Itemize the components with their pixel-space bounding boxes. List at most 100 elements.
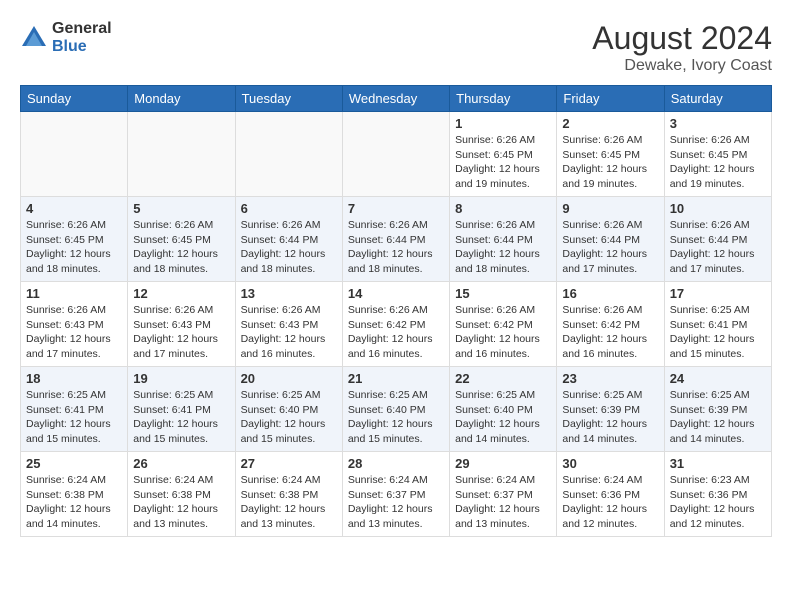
day-number: 29 <box>455 456 551 471</box>
calendar-cell: 5 Sunrise: 6:26 AM Sunset: 6:45 PM Daylig… <box>128 197 235 282</box>
day-number: 17 <box>670 286 766 301</box>
day-info: Sunrise: 6:25 AM Sunset: 6:40 PM Dayligh… <box>241 388 337 447</box>
calendar-cell: 14 Sunrise: 6:26 AM Sunset: 6:42 PM Dayli… <box>342 282 449 367</box>
calendar-cell: 3 Sunrise: 6:26 AM Sunset: 6:45 PM Daylig… <box>664 112 771 197</box>
week-row-3: 11 Sunrise: 6:26 AM Sunset: 6:43 PM Dayli… <box>21 282 772 367</box>
day-info: Sunrise: 6:25 AM Sunset: 6:39 PM Dayligh… <box>562 388 658 447</box>
calendar-cell: 29 Sunrise: 6:24 AM Sunset: 6:37 PM Dayli… <box>450 452 557 537</box>
day-info: Sunrise: 6:26 AM Sunset: 6:43 PM Dayligh… <box>133 303 229 362</box>
day-number: 7 <box>348 201 444 216</box>
logo: General Blue <box>20 20 112 55</box>
day-info: Sunrise: 6:24 AM Sunset: 6:37 PM Dayligh… <box>348 473 444 532</box>
day-info: Sunrise: 6:26 AM Sunset: 6:45 PM Dayligh… <box>133 218 229 277</box>
day-info: Sunrise: 6:26 AM Sunset: 6:44 PM Dayligh… <box>670 218 766 277</box>
calendar-cell: 16 Sunrise: 6:26 AM Sunset: 6:42 PM Dayli… <box>557 282 664 367</box>
calendar-cell: 4 Sunrise: 6:26 AM Sunset: 6:45 PM Daylig… <box>21 197 128 282</box>
day-number: 16 <box>562 286 658 301</box>
page-header: General Blue August 2024 Dewake, Ivory C… <box>20 20 772 75</box>
day-number: 18 <box>26 371 122 386</box>
day-info: Sunrise: 6:24 AM Sunset: 6:36 PM Dayligh… <box>562 473 658 532</box>
calendar-cell <box>342 112 449 197</box>
day-info: Sunrise: 6:24 AM Sunset: 6:38 PM Dayligh… <box>241 473 337 532</box>
calendar-cell <box>128 112 235 197</box>
day-number: 20 <box>241 371 337 386</box>
weekday-header-sunday: Sunday <box>21 86 128 112</box>
day-info: Sunrise: 6:26 AM Sunset: 6:42 PM Dayligh… <box>562 303 658 362</box>
day-info: Sunrise: 6:26 AM Sunset: 6:42 PM Dayligh… <box>455 303 551 362</box>
calendar-cell: 1Sunrise: 6:26 AM Sunset: 6:45 PM Daylig… <box>450 112 557 197</box>
day-info: Sunrise: 6:26 AM Sunset: 6:45 PM Dayligh… <box>26 218 122 277</box>
day-number: 2 <box>562 116 658 131</box>
logo-text: General Blue <box>52 20 112 55</box>
weekday-header-wednesday: Wednesday <box>342 86 449 112</box>
weekday-header-tuesday: Tuesday <box>235 86 342 112</box>
day-info: Sunrise: 6:26 AM Sunset: 6:43 PM Dayligh… <box>241 303 337 362</box>
calendar-cell: 19 Sunrise: 6:25 AM Sunset: 6:41 PM Dayli… <box>128 367 235 452</box>
day-info: Sunrise: 6:24 AM Sunset: 6:38 PM Dayligh… <box>26 473 122 532</box>
day-number: 13 <box>241 286 337 301</box>
calendar-cell: 18Sunrise: 6:25 AM Sunset: 6:41 PM Dayli… <box>21 367 128 452</box>
calendar-cell: 6Sunrise: 6:26 AM Sunset: 6:44 PM Daylig… <box>235 197 342 282</box>
calendar-cell: 25 Sunrise: 6:24 AM Sunset: 6:38 PM Dayli… <box>21 452 128 537</box>
day-number: 8 <box>455 201 551 216</box>
day-number: 31 <box>670 456 766 471</box>
day-info: Sunrise: 6:26 AM Sunset: 6:44 PM Dayligh… <box>562 218 658 277</box>
weekday-header-row: SundayMondayTuesdayWednesdayThursdayFrid… <box>21 86 772 112</box>
calendar-cell: 15Sunrise: 6:26 AM Sunset: 6:42 PM Dayli… <box>450 282 557 367</box>
calendar-cell: 11 Sunrise: 6:26 AM Sunset: 6:43 PM Dayli… <box>21 282 128 367</box>
week-row-1: 1 Sunrise: 6:26 AM Sunset: 6:45 PM Daylig… <box>21 112 772 197</box>
day-number: 30 <box>562 456 658 471</box>
day-number: 9 <box>562 201 658 216</box>
day-number: 5 <box>133 201 229 216</box>
weekday-header-saturday: Saturday <box>664 86 771 112</box>
title-block: August 2024 Dewake, Ivory Coast <box>592 20 772 75</box>
day-info: Sunrise: 6:25 AM Sunset: 6:40 PM Dayligh… <box>348 388 444 447</box>
calendar-cell: 21Sunrise: 6:25 AM Sunset: 6:40 PM Dayli… <box>342 367 449 452</box>
day-number: 3 <box>670 116 766 131</box>
weekday-header-thursday: Thursday <box>450 86 557 112</box>
day-info: Sunrise: 6:25 AM Sunset: 6:39 PM Dayligh… <box>670 388 766 447</box>
location-label: Dewake, Ivory Coast <box>592 57 772 75</box>
day-info: Sunrise: 6:26 AM Sunset: 6:45 PM Dayligh… <box>670 133 766 192</box>
day-info: Sunrise: 6:25 AM Sunset: 6:41 PM Dayligh… <box>133 388 229 447</box>
day-info: Sunrise: 6:23 AM Sunset: 6:36 PM Dayligh… <box>670 473 766 532</box>
calendar-cell: 2Sunrise: 6:26 AM Sunset: 6:45 PM Daylig… <box>557 112 664 197</box>
day-number: 1 <box>455 116 551 131</box>
day-info: Sunrise: 6:25 AM Sunset: 6:40 PM Dayligh… <box>455 388 551 447</box>
day-info: Sunrise: 6:26 AM Sunset: 6:44 PM Dayligh… <box>348 218 444 277</box>
calendar-cell: 10 Sunrise: 6:26 AM Sunset: 6:44 PM Dayli… <box>664 197 771 282</box>
calendar-cell: 24 Sunrise: 6:25 AM Sunset: 6:39 PM Dayli… <box>664 367 771 452</box>
weekday-header-monday: Monday <box>128 86 235 112</box>
day-number: 23 <box>562 371 658 386</box>
day-info: Sunrise: 6:26 AM Sunset: 6:44 PM Dayligh… <box>455 218 551 277</box>
calendar-cell <box>21 112 128 197</box>
calendar-cell <box>235 112 342 197</box>
day-number: 24 <box>670 371 766 386</box>
day-number: 25 <box>26 456 122 471</box>
calendar-cell: 13 Sunrise: 6:26 AM Sunset: 6:43 PM Dayli… <box>235 282 342 367</box>
calendar-cell: 7 Sunrise: 6:26 AM Sunset: 6:44 PM Daylig… <box>342 197 449 282</box>
calendar-cell: 31 Sunrise: 6:23 AM Sunset: 6:36 PM Dayli… <box>664 452 771 537</box>
week-row-5: 25 Sunrise: 6:24 AM Sunset: 6:38 PM Dayli… <box>21 452 772 537</box>
calendar-cell: 9 Sunrise: 6:26 AM Sunset: 6:44 PM Daylig… <box>557 197 664 282</box>
day-info: Sunrise: 6:26 AM Sunset: 6:42 PM Dayligh… <box>348 303 444 362</box>
day-info: Sunrise: 6:26 AM Sunset: 6:43 PM Dayligh… <box>26 303 122 362</box>
day-number: 10 <box>670 201 766 216</box>
day-number: 12 <box>133 286 229 301</box>
calendar-cell: 23 Sunrise: 6:25 AM Sunset: 6:39 PM Dayli… <box>557 367 664 452</box>
calendar-cell: 26Sunrise: 6:24 AM Sunset: 6:38 PM Dayli… <box>128 452 235 537</box>
day-number: 4 <box>26 201 122 216</box>
day-number: 22 <box>455 371 551 386</box>
logo-general-label: General <box>52 20 112 38</box>
calendar-cell: 27Sunrise: 6:24 AM Sunset: 6:38 PM Dayli… <box>235 452 342 537</box>
calendar-cell: 30 Sunrise: 6:24 AM Sunset: 6:36 PM Dayli… <box>557 452 664 537</box>
calendar-cell: 22 Sunrise: 6:25 AM Sunset: 6:40 PM Dayli… <box>450 367 557 452</box>
day-info: Sunrise: 6:24 AM Sunset: 6:38 PM Dayligh… <box>133 473 229 532</box>
day-number: 14 <box>348 286 444 301</box>
calendar-cell: 8 Sunrise: 6:26 AM Sunset: 6:44 PM Daylig… <box>450 197 557 282</box>
day-number: 11 <box>26 286 122 301</box>
day-info: Sunrise: 6:24 AM Sunset: 6:37 PM Dayligh… <box>455 473 551 532</box>
day-number: 6 <box>241 201 337 216</box>
day-number: 19 <box>133 371 229 386</box>
week-row-4: 18 Sunrise: 6:25 AM Sunset: 6:41 PM Dayli… <box>21 367 772 452</box>
